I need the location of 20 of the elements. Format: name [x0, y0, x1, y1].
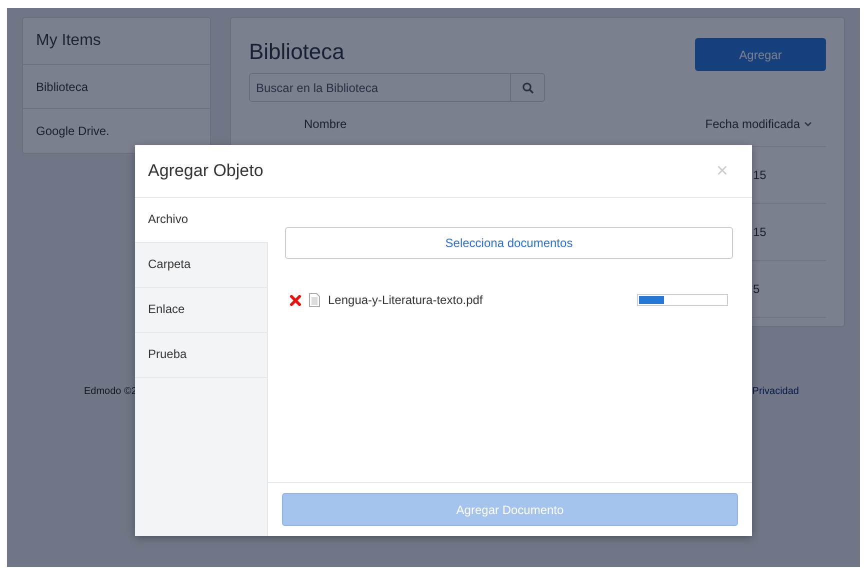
document-icon — [309, 293, 320, 307]
privacy-link[interactable]: Privacidad — [752, 386, 799, 397]
column-header[interactable]: Fecha modificada — [705, 117, 812, 131]
sidebar-title: My Items — [23, 18, 210, 65]
sidebar-item[interactable]: Google Drive. — [23, 109, 210, 153]
page-title: Biblioteca — [249, 39, 346, 65]
file-name: Lengua-y-Literatura-texto.pdf — [328, 293, 483, 307]
column-header[interactable]: Nombre — [304, 117, 347, 131]
select-documents-button[interactable]: Selecciona documentos — [285, 227, 733, 259]
chevron-down-icon — [804, 121, 812, 127]
table-cell-text: 15 — [753, 168, 768, 182]
dialog-tab[interactable]: Archivo — [135, 198, 268, 243]
add-button[interactable]: Agregar — [695, 38, 826, 71]
table-cell-text: 15 — [753, 225, 768, 239]
search-field[interactable]: Buscar en la Biblioteca — [249, 73, 511, 102]
search-icon[interactable] — [511, 73, 545, 102]
remove-icon[interactable] — [290, 294, 301, 306]
dialog-title: Agregar Objeto — [148, 161, 264, 181]
sidebar-item[interactable]: Biblioteca — [23, 65, 210, 109]
table-cell-text: 5 — [753, 282, 761, 296]
